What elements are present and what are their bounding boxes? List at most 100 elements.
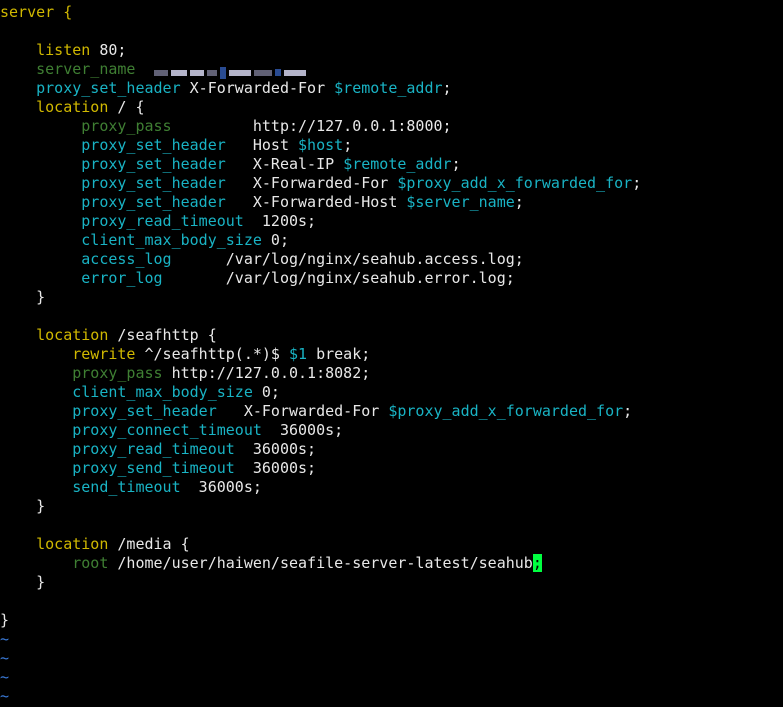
value: X-Forwarded-For xyxy=(180,79,335,97)
directive: proxy_set_header xyxy=(36,79,181,97)
directive: proxy_set_header xyxy=(81,193,226,211)
code-line: proxy_set_header Host $host; xyxy=(0,136,783,155)
value: ^/seafhttp(.*)$ xyxy=(135,345,289,363)
terminator: ; xyxy=(442,79,452,97)
directive: error_log xyxy=(81,269,163,287)
directive: proxy_connect_timeout xyxy=(72,421,262,439)
terminator: ; xyxy=(514,193,524,211)
value: /var/log/nginx/seahub.error.log; xyxy=(162,269,515,287)
directive: proxy_read_timeout xyxy=(81,212,244,230)
variable: $proxy_add_x_forwarded_for xyxy=(388,402,624,420)
variable: $host xyxy=(298,136,344,154)
value: Host xyxy=(225,136,299,154)
value: http://127.0.0.1:8082; xyxy=(162,364,371,382)
directive: root xyxy=(72,554,109,572)
directive: proxy_pass xyxy=(81,117,172,135)
directive: proxy_set_header xyxy=(81,174,226,192)
code-line: } xyxy=(0,288,783,307)
keyword: location xyxy=(36,98,109,116)
code-line: } xyxy=(0,611,783,630)
value: X-Forwarded-For xyxy=(225,174,398,192)
code-line: access_log /var/log/nginx/seahub.access.… xyxy=(0,250,783,269)
code-line: proxy_set_header X-Forwarded-For $proxy_… xyxy=(0,174,783,193)
directive: proxy_read_timeout xyxy=(72,440,235,458)
code-line: send_timeout 36000s; xyxy=(0,478,783,497)
code-line: proxy_pass http://127.0.0.1:8000; xyxy=(0,117,783,136)
empty-buffer-line: ~ xyxy=(0,630,10,648)
directive: proxy_send_timeout xyxy=(72,459,235,477)
redacted-server-name xyxy=(153,63,309,79)
directive: access_log xyxy=(81,250,172,268)
code-line: root /home/user/haiwen/seafile-server-la… xyxy=(0,554,783,573)
terminal-window[interactable]: server { listen 80; server_name proxy_se… xyxy=(0,0,783,707)
value: 1200s; xyxy=(243,212,317,230)
code-line: listen 80; xyxy=(0,41,783,60)
value: /media { xyxy=(108,535,190,553)
code-line: proxy_connect_timeout 36000s; xyxy=(0,421,783,440)
value: /seafhttp { xyxy=(108,326,217,344)
value: /var/log/nginx/seahub.access.log; xyxy=(171,250,524,268)
terminator: ; xyxy=(343,136,353,154)
variable: $proxy_add_x_forwarded_for xyxy=(397,174,633,192)
terminator: ; xyxy=(632,174,642,192)
value: X-Real-IP xyxy=(225,155,344,173)
directive: proxy_pass xyxy=(72,364,163,382)
directive: send_timeout xyxy=(72,478,181,496)
variable: $remote_addr xyxy=(343,155,452,173)
terminator: ; xyxy=(623,402,633,420)
value: 0; xyxy=(261,231,289,249)
code-line: client_max_body_size 0; xyxy=(0,231,783,250)
closing-brace: } xyxy=(36,288,46,306)
code-line: server_name xyxy=(0,60,783,79)
empty-buffer-line: ~ xyxy=(0,687,10,705)
keyword: location xyxy=(36,535,109,553)
terminator: ; xyxy=(451,155,461,173)
directive: listen xyxy=(36,41,91,59)
empty-buffer-line: ~ xyxy=(0,649,10,667)
keyword: server { xyxy=(0,3,73,21)
code-line: proxy_read_timeout 36000s; xyxy=(0,440,783,459)
code-line: proxy_pass http://127.0.0.1:8082; xyxy=(0,364,783,383)
code-line: location /media { xyxy=(0,535,783,554)
directive: rewrite xyxy=(72,345,136,363)
value: 36000s; xyxy=(261,421,344,439)
closing-brace: } xyxy=(36,497,46,515)
code-line: location /seafhttp { xyxy=(0,326,783,345)
variable: $server_name xyxy=(406,193,515,211)
code-line: proxy_set_header X-Real-IP $remote_addr; xyxy=(0,155,783,174)
keyword: location xyxy=(36,326,109,344)
code-line: client_max_body_size 0; xyxy=(0,383,783,402)
value: /home/user/haiwen/seafile-server-latest/… xyxy=(108,554,533,572)
value: / { xyxy=(108,98,145,116)
value: 0; xyxy=(252,383,280,401)
code-line: rewrite ^/seafhttp(.*)$ $1 break; xyxy=(0,345,783,364)
value: http://127.0.0.1:8000; xyxy=(171,117,452,135)
value: 36000s; xyxy=(234,459,317,477)
code-line: location / { xyxy=(0,98,783,117)
code-line: } xyxy=(0,573,783,592)
variable: $1 xyxy=(289,345,308,363)
code-line: } xyxy=(0,497,783,516)
value: X-Forwarded-For xyxy=(216,402,389,420)
directive: client_max_body_size xyxy=(72,383,253,401)
terminator: break; xyxy=(307,345,371,363)
code-line: proxy_send_timeout 36000s; xyxy=(0,459,783,478)
value: X-Forwarded-Host xyxy=(225,193,407,211)
directive: server_name xyxy=(36,60,136,78)
directive: proxy_set_header xyxy=(72,402,217,420)
closing-brace: } xyxy=(36,573,46,591)
code-line: proxy_set_header X-Forwarded-For $remote… xyxy=(0,79,783,98)
empty-buffer-line: ~ xyxy=(0,668,10,686)
code-line: error_log /var/log/nginx/seahub.error.lo… xyxy=(0,269,783,288)
value: 36000s; xyxy=(234,440,317,458)
closing-brace: } xyxy=(0,611,10,629)
directive: client_max_body_size xyxy=(81,231,262,249)
code-line: server { xyxy=(0,3,783,22)
value: 36000s; xyxy=(180,478,262,496)
variable: $remote_addr xyxy=(334,79,443,97)
text-cursor[interactable]: ; xyxy=(532,554,542,572)
